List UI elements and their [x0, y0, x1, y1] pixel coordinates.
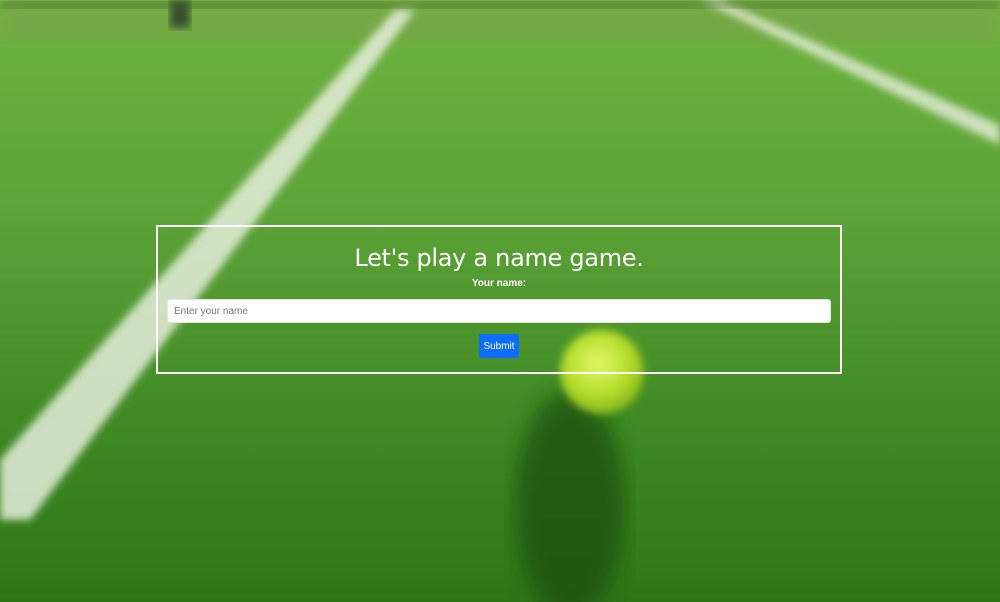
submit-button[interactable]: Submit — [479, 334, 519, 358]
name-game-form: Let's play a name game. Your name: Submi… — [156, 225, 842, 374]
page-title: Let's play a name game. — [354, 244, 644, 272]
name-label: Your name: — [471, 278, 527, 289]
name-input[interactable] — [167, 299, 831, 323]
net-band — [0, 2, 1000, 8]
